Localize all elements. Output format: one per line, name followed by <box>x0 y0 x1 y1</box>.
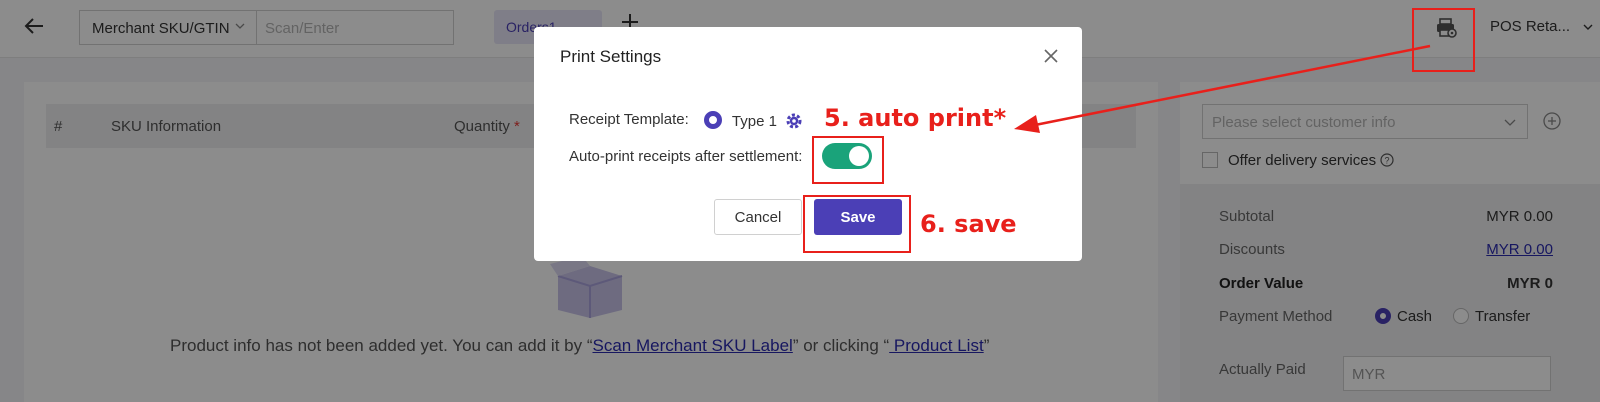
annotation-arrow <box>1014 44 1431 133</box>
